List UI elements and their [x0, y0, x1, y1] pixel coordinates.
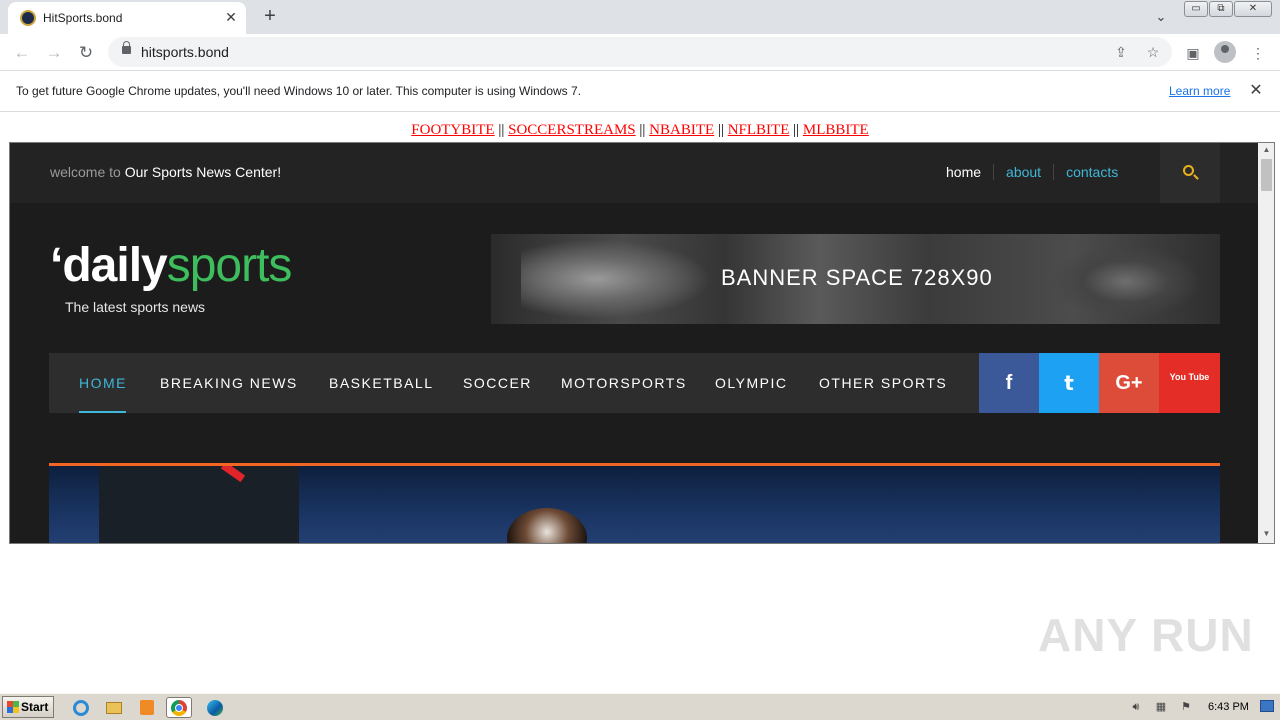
share-icon[interactable]: ⇪ — [1112, 43, 1130, 61]
infobar-message: To get future Google Chrome updates, you… — [16, 84, 582, 98]
browser-toolbar: ← → ↻ hitsports.bond ⇪ ☆ ▣ ⋮ — [0, 34, 1280, 71]
link-separator: || — [793, 122, 800, 138]
taskbar-media-player-icon[interactable] — [134, 697, 160, 718]
link-mlbbite[interactable]: MLBBITE — [803, 122, 869, 138]
nav-basketball[interactable]: BASKETBALL — [329, 375, 434, 391]
nav-other-sports[interactable]: OTHER SPORTS — [819, 375, 947, 391]
start-button[interactable]: Start — [2, 696, 54, 718]
forward-icon[interactable]: → — [42, 41, 66, 65]
search-icon — [1183, 165, 1194, 176]
nav-soccer[interactable]: SOCCER — [463, 375, 532, 391]
ad-banner[interactable]: BANNER SPACE 728X90 — [491, 234, 1220, 324]
embedded-site-frame: welcome to Our Sports News Center! home a… — [9, 142, 1275, 544]
show-desktop-icon[interactable] — [1260, 700, 1274, 712]
windows-taskbar: Start 🔊︎ ▦ ⚑ 6:43 PM — [0, 693, 1280, 720]
link-separator: || — [498, 122, 505, 138]
site-search-button[interactable] — [1160, 143, 1220, 203]
nav-motorsports[interactable]: MOTORSPORTS — [561, 375, 687, 391]
header-link-about[interactable]: about — [993, 164, 1053, 180]
address-bar[interactable]: hitsports.bond ⇪ ☆ — [108, 37, 1172, 67]
reload-icon[interactable]: ↻ — [74, 41, 98, 65]
close-window-button[interactable]: ✕ — [1234, 1, 1272, 17]
taskbar-chrome-icon[interactable] — [166, 697, 192, 718]
action-center-flag-icon[interactable]: ⚑ — [1178, 700, 1194, 714]
volume-icon[interactable]: 🔊︎ — [1128, 700, 1144, 714]
minimize-button[interactable]: ▭ — [1184, 1, 1208, 17]
nav-home[interactable]: HOME — [79, 375, 127, 391]
url-text[interactable]: hitsports.bond — [141, 44, 229, 60]
site-top-bar: welcome to Our Sports News Center! home a… — [10, 143, 1258, 203]
network-icon[interactable]: ▦ — [1153, 700, 1169, 714]
tab-strip: HitSports.bond ✕ + ⌄ ▭ ⧉ ✕ — [0, 0, 1280, 34]
banner-runner-image — [1051, 244, 1201, 319]
taskbar-explorer-icon[interactable] — [101, 697, 127, 718]
site-tagline: The latest sports news — [65, 299, 206, 315]
side-panel-icon[interactable]: ▣ — [1181, 41, 1205, 65]
active-nav-indicator — [79, 411, 126, 413]
header-links: home about contacts — [934, 164, 1130, 180]
tab-title: HitSports.bond — [43, 11, 123, 25]
windows-logo-icon — [7, 701, 19, 713]
welcome-text: welcome to Our Sports News Center! — [50, 164, 282, 180]
scroll-thumb[interactable] — [1261, 159, 1272, 191]
tab-search-chevron-icon[interactable]: ⌄ — [1150, 6, 1172, 28]
banner-athlete-image — [521, 239, 711, 319]
frame-scrollbar[interactable]: ▲ ▼ — [1258, 143, 1274, 543]
facebook-icon[interactable]: f — [979, 353, 1039, 413]
link-footybite[interactable]: FOOTYBITE — [411, 122, 494, 138]
welcome-site-name: Our Sports News Center! — [124, 164, 282, 180]
scroll-up-arrow-icon[interactable]: ▲ — [1258, 143, 1274, 157]
link-separator: || — [717, 122, 724, 138]
hero-building — [99, 466, 299, 543]
site-logo[interactable]: ‘dailysports — [50, 238, 292, 293]
learn-more-link[interactable]: Learn more — [1169, 84, 1230, 98]
header-link-home[interactable]: home — [934, 164, 993, 180]
system-clock[interactable]: 6:43 PM — [1208, 701, 1249, 713]
menu-kebab-icon[interactable]: ⋮ — [1246, 41, 1270, 65]
bookmark-star-icon[interactable]: ☆ — [1144, 43, 1162, 61]
link-separator: || — [639, 122, 646, 138]
lock-icon[interactable] — [122, 41, 131, 54]
scroll-down-arrow-icon[interactable]: ▼ — [1258, 527, 1274, 541]
nav-breaking-news[interactable]: BREAKING NEWS — [160, 375, 298, 391]
anyrun-watermark: ANY RUN — [1038, 609, 1254, 661]
new-tab-button[interactable]: + — [258, 5, 282, 29]
back-icon[interactable]: ← — [10, 41, 34, 65]
tab-close-icon[interactable]: ✕ — [222, 8, 240, 26]
restore-button[interactable]: ⧉ — [1209, 1, 1233, 17]
taskbar-edge-icon[interactable] — [202, 697, 228, 718]
update-infobar: To get future Google Chrome updates, you… — [0, 72, 1280, 112]
top-site-links: FOOTYBITE || SOCCERSTREAMS || NBABITE ||… — [0, 122, 1280, 139]
link-soccerstreams[interactable]: SOCCERSTREAMS — [508, 122, 636, 138]
profile-avatar-icon[interactable] — [1214, 41, 1236, 63]
featured-hero-image[interactable] — [49, 466, 1220, 543]
main-navigation: HOME BREAKING NEWS BASKETBALL SOCCER MOT… — [49, 353, 1220, 413]
infobar-close-icon[interactable]: ✕ — [1246, 81, 1266, 101]
site-favicon-icon — [20, 10, 36, 26]
nav-olympic[interactable]: OLYMPIC — [715, 375, 787, 391]
link-nflbite[interactable]: NFLBITE — [728, 122, 790, 138]
taskbar-ie-icon[interactable] — [68, 697, 94, 718]
youtube-icon[interactable]: You Tube — [1159, 353, 1220, 413]
banner-text: BANNER SPACE 728X90 — [721, 265, 993, 290]
twitter-icon[interactable]: t — [1039, 353, 1099, 413]
google-plus-icon[interactable]: G+ — [1099, 353, 1159, 413]
browser-tab[interactable]: HitSports.bond ✕ — [8, 2, 246, 34]
link-nbabite[interactable]: NBABITE — [649, 122, 714, 138]
hero-athlete — [507, 508, 587, 543]
header-link-contacts[interactable]: contacts — [1053, 164, 1130, 180]
